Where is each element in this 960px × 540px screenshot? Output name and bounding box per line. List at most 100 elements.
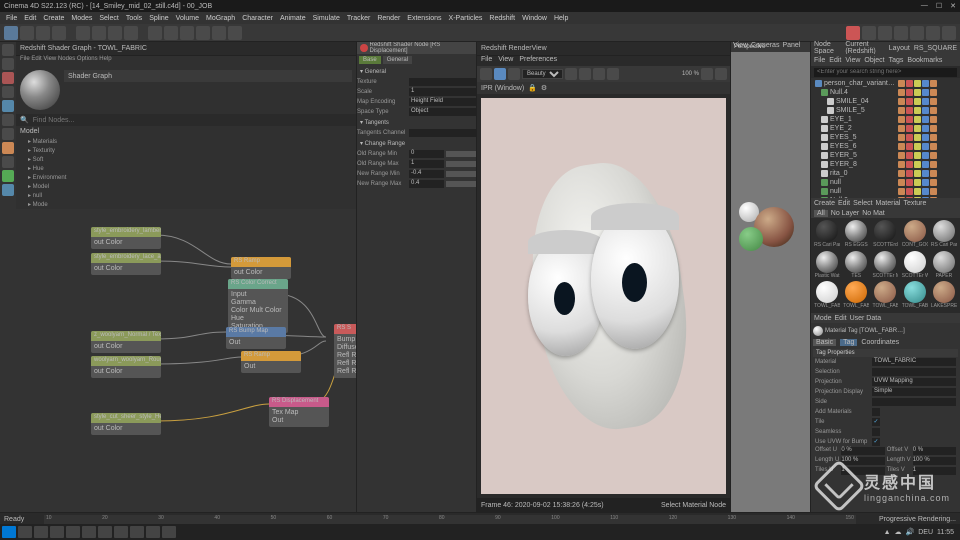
menu-select[interactable]: Select [99, 15, 118, 22]
mat-menu-item[interactable]: Select [853, 200, 872, 207]
tree-row[interactable]: Null.4 [813, 88, 895, 97]
node-ramp[interactable]: RS RampOut [241, 351, 301, 373]
taskbar-icon[interactable] [50, 526, 64, 538]
left-toolbar[interactable] [0, 42, 16, 512]
material-item[interactable]: PAPER [930, 251, 958, 281]
system-tray[interactable]: ▲☁🔊 DEU 11:55 [884, 528, 958, 536]
tag-row[interactable] [898, 160, 959, 169]
viewport-panel[interactable]: View Cameras Panel Perspective [730, 42, 810, 512]
filter-all[interactable]: All [814, 210, 828, 217]
material-item[interactable]: SCOTTEr M [871, 251, 899, 281]
tree-row[interactable]: SMILE_04 [813, 97, 895, 106]
taskbar-icon[interactable] [82, 526, 96, 538]
filter-nomat[interactable]: No Mat [862, 210, 885, 217]
obj-tab[interactable]: Tags [889, 57, 904, 64]
tree-row[interactable]: EYER_5 [813, 151, 895, 160]
mat-menu-item[interactable]: Create [814, 200, 835, 207]
taskbar-icon[interactable] [18, 526, 32, 538]
main-menubar[interactable]: FileEditCreateModesSelectToolsSplineVolu… [0, 12, 960, 24]
node-texture[interactable]: woolyarn_woolyarn_Roughnessout Color [91, 356, 161, 378]
attr-section[interactable]: ▾ Change Range [357, 138, 476, 149]
maximize-icon[interactable]: ☐ [936, 2, 942, 10]
tree-row[interactable]: null [813, 187, 895, 196]
taskbar-icon[interactable] [34, 526, 48, 538]
tag-row[interactable] [898, 151, 959, 160]
tool-icon[interactable] [2, 72, 14, 84]
tool-icon[interactable] [2, 100, 14, 112]
node-texture[interactable]: style_embroidery_lace_and_Diffuse / Texo… [91, 253, 161, 275]
node-color-correct[interactable]: RS Color CorrectInputGammaColor Mult Col… [228, 279, 288, 333]
tab-coords[interactable]: Coordinates [861, 339, 899, 346]
tag-row[interactable] [898, 79, 959, 88]
windows-taskbar[interactable]: ▲☁🔊 DEU 11:55 [0, 524, 960, 540]
tool-icon[interactable] [20, 26, 34, 40]
tool-icon[interactable] [2, 44, 14, 56]
menu-render[interactable]: Render [377, 15, 400, 22]
rv-snapshot-icon[interactable] [508, 68, 520, 80]
object-tree[interactable]: person_char_variant…Null.4SMILE_04SMILE_… [811, 78, 960, 198]
start-icon[interactable] [2, 526, 16, 538]
attr-row[interactable]: New Range Min-0.4 [357, 169, 476, 179]
render-icon[interactable] [926, 26, 940, 40]
rv-zoom[interactable]: 100 % [682, 71, 699, 77]
gear-icon[interactable]: ⚙ [541, 84, 547, 92]
tag-row[interactable] [898, 142, 959, 151]
tool-icon[interactable] [228, 26, 242, 40]
tag-row[interactable] [898, 187, 959, 196]
node-texture[interactable]: style_embroidery_lambert_Diffuse / Texou… [91, 227, 161, 249]
attr-section[interactable]: ▾ Tangents [357, 117, 476, 128]
menu-edit[interactable]: Edit [24, 15, 36, 22]
menu-modes[interactable]: Modes [71, 15, 92, 22]
tab-tag[interactable]: Tag [840, 339, 857, 346]
menu-animate[interactable]: Animate [280, 15, 306, 22]
layout-bar[interactable]: Node SpaceCurrent (Redshift) LayoutRS_SQ… [811, 42, 960, 54]
tool-icon[interactable] [148, 26, 162, 40]
node-graph[interactable]: style_embroidery_lambert_Diffuse / Texou… [16, 209, 356, 512]
tool-icon[interactable] [2, 58, 14, 70]
prop-row[interactable]: Add Materials [813, 407, 958, 417]
prop-row[interactable]: ProjectionUVW Mapping [813, 377, 958, 387]
prop-row[interactable]: Projection DisplaySimple [813, 387, 958, 397]
menu-tracker[interactable]: Tracker [347, 15, 370, 22]
mat-menu-item[interactable]: Texture [903, 200, 926, 207]
prop-row[interactable]: Side [813, 397, 958, 407]
menu-window[interactable]: Window [522, 15, 547, 22]
layer-item[interactable]: ▸ Mode [20, 200, 352, 209]
attr-row[interactable]: Tangents Channel [357, 128, 476, 138]
tool-icon[interactable] [36, 26, 50, 40]
layer-item[interactable]: ▸ Hue [20, 164, 352, 173]
minimize-icon[interactable]: — [921, 2, 928, 10]
prop-row[interactable]: Selection [813, 367, 958, 377]
render-icon[interactable] [846, 26, 860, 40]
render-icon[interactable] [894, 26, 908, 40]
material-preview[interactable] [20, 70, 60, 110]
menu-volume[interactable]: Volume [176, 15, 199, 22]
rv-region-icon[interactable] [579, 68, 591, 80]
tag-row[interactable] [898, 169, 959, 178]
tool-icon[interactable] [2, 142, 14, 154]
tool-icon[interactable] [164, 26, 178, 40]
material-item[interactable]: RS EGGS [842, 220, 870, 250]
obj-tab[interactable]: Bookmarks [907, 57, 942, 64]
tree-row[interactable]: null [813, 178, 895, 187]
vp-tab[interactable]: Panel [782, 42, 800, 52]
obj-tab[interactable]: Object [864, 57, 884, 64]
tool-icon[interactable] [108, 26, 122, 40]
rv-icon[interactable] [715, 68, 727, 80]
mat-menu-item[interactable]: Edit [838, 200, 850, 207]
mat-menu-item[interactable]: Material [876, 200, 901, 207]
attr-row[interactable]: Old Range Max1 [357, 159, 476, 169]
layer-item[interactable]: ▸ Environment [20, 173, 352, 182]
search-input[interactable] [814, 68, 957, 77]
render-icon[interactable] [910, 26, 924, 40]
layer-item[interactable]: ▸ Model [20, 182, 352, 191]
menu-mograph[interactable]: MoGraph [206, 15, 235, 22]
menu-character[interactable]: Character [242, 15, 273, 22]
menu-tools[interactable]: Tools [126, 15, 142, 22]
node-texture[interactable]: style_cut_sheer_style_Height / Tout Colo… [91, 413, 161, 435]
tool-icon[interactable] [4, 26, 18, 40]
menu-simulate[interactable]: Simulate [313, 15, 340, 22]
tree-row[interactable]: EYES_6 [813, 142, 895, 151]
tool-icon[interactable] [124, 26, 138, 40]
tag-row[interactable] [898, 115, 959, 124]
